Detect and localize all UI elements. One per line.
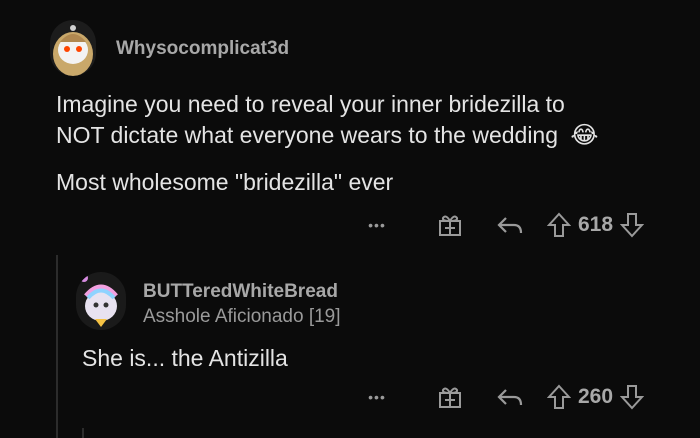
username[interactable]: Whysocomplicat3d: [116, 38, 289, 60]
downvote-icon: [620, 385, 645, 410]
user-flair: Asshole Aficionado [19]: [143, 306, 341, 327]
body-line-3: Most wholesome "bridezilla" ever: [56, 169, 394, 195]
comment-actions: ••• 618: [362, 208, 647, 242]
downvote-button[interactable]: [617, 212, 647, 238]
downvote-icon: [620, 213, 645, 238]
avatar-icon: [53, 25, 93, 76]
laughing-emoji-icon: 😂: [570, 122, 599, 149]
reply-icon: [497, 217, 523, 234]
score: 260: [578, 385, 614, 408]
reply-icon: [497, 389, 523, 406]
more-options-button[interactable]: •••: [362, 217, 392, 233]
user-avatar[interactable]: [76, 272, 126, 330]
comment-body: She is... the Antizilla: [82, 345, 288, 371]
comment-actions: ••• 260: [362, 380, 647, 414]
body-line-1: Imagine you need to reveal your inner br…: [56, 91, 565, 117]
comment-body: Imagine you need to reveal your inner br…: [56, 89, 676, 198]
thread-line[interactable]: [56, 255, 58, 438]
more-options-button[interactable]: •••: [362, 389, 392, 405]
score: 618: [578, 213, 614, 236]
award-button[interactable]: [430, 384, 470, 410]
username[interactable]: BUTTeredWhiteBread: [143, 281, 338, 303]
upvote-icon: [547, 384, 571, 409]
award-icon: [439, 387, 461, 408]
upvote-button[interactable]: [544, 212, 574, 238]
upvote-icon: [547, 212, 571, 237]
avatar-icon: [80, 274, 118, 327]
nested-thread-line[interactable]: [82, 428, 84, 438]
award-icon: [439, 215, 461, 236]
user-avatar[interactable]: [50, 20, 96, 76]
award-button[interactable]: [430, 212, 470, 238]
downvote-button[interactable]: [617, 384, 647, 410]
reply-button[interactable]: [490, 385, 530, 409]
upvote-button[interactable]: [544, 384, 574, 410]
body-line-2: NOT dictate what everyone wears to the w…: [56, 122, 599, 149]
reply-button[interactable]: [490, 213, 530, 237]
